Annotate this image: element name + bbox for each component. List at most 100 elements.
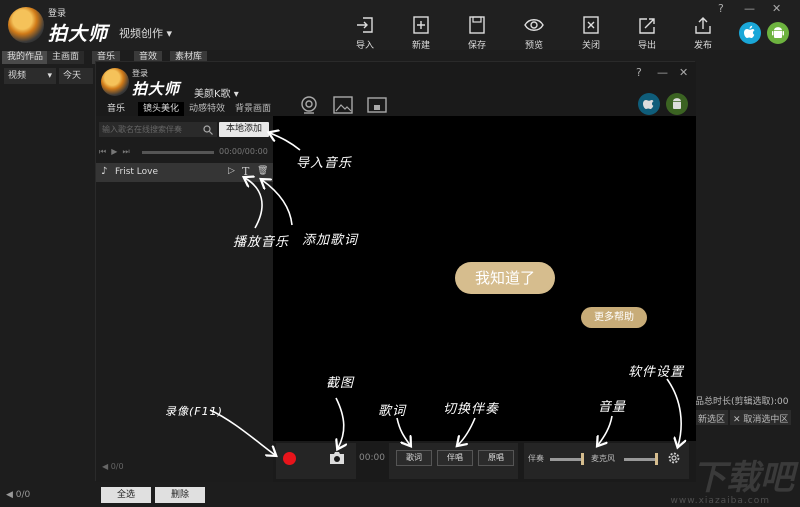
close-button[interactable]: 关闭 (568, 16, 614, 51)
tab-music[interactable]: 音乐 (102, 102, 130, 116)
app-window: 登录 拍大师 视频创作 ▾ 导入 新建 保存 预览 关闭 导出 发布 ? — ✕… (0, 0, 800, 507)
preview-label: 预览 (524, 41, 543, 51)
play-song-icon[interactable]: ▷ (228, 166, 235, 176)
import-label: 导入 (355, 41, 374, 51)
annotation-switch-accomp: 切换伴奏 (443, 402, 500, 417)
dialog-mode-dropdown[interactable]: 美颜K歌 ▾ (194, 85, 239, 100)
player-controls: ⏮ ▶ ⏭ (99, 147, 130, 157)
dialog-minimize-button[interactable]: — (657, 66, 668, 79)
microphone-volume-slider[interactable] (624, 458, 657, 461)
media-type-value: 视频 (8, 71, 27, 81)
tab-background[interactable]: 背景画面 (230, 102, 276, 116)
delete-button[interactable]: 删除 (155, 487, 205, 503)
window-close-button[interactable]: ✕ (772, 2, 781, 15)
behind-pager[interactable]: ◀ 0/0 (6, 490, 30, 500)
apple-icon (744, 25, 755, 38)
export-label: 导出 (637, 41, 656, 51)
accompaniment-volume-slider[interactable] (550, 458, 583, 461)
ios-button[interactable] (739, 22, 761, 44)
minimize-button[interactable]: — (744, 2, 755, 15)
gear-icon[interactable] (667, 451, 681, 465)
prev-icon[interactable]: ⏮ (99, 147, 106, 156)
annotation-screenshot: 截图 (326, 376, 355, 391)
camera-icon[interactable] (329, 451, 345, 465)
mode-dropdown[interactable]: 视频创作 ▾ (119, 25, 172, 41)
top-bar: 登录 拍大师 视频创作 ▾ 导入 新建 保存 预览 关闭 导出 发布 ? — ✕ (0, 0, 800, 51)
dialog-close-button[interactable]: ✕ (679, 66, 688, 79)
dialog-ios-button[interactable] (638, 93, 660, 115)
publish-button[interactable]: 发布 (680, 16, 726, 51)
dialog-page-indicator: 0/0 (110, 462, 124, 471)
watermark-url: www.xiazaiba.com (670, 496, 770, 506)
tab-motion-effects[interactable]: 动感特效 (184, 102, 230, 116)
tab-my-works[interactable]: 我的作品 (2, 51, 49, 64)
music-panel: 输入歌名在线搜索伴奏 本地添加 ⏮ ▶ ⏭ 00:00/00:00 ♪ Fris… (96, 116, 273, 482)
accompany-button[interactable]: 伴唱 (437, 450, 473, 466)
image-icon[interactable] (333, 96, 353, 114)
annotation-settings: 软件设置 (628, 365, 685, 380)
got-it-button[interactable]: 我知道了 (455, 262, 555, 294)
save-icon (469, 16, 485, 34)
export-button[interactable]: 导出 (624, 16, 670, 51)
eye-icon (524, 19, 544, 31)
dialog-logo-icon (101, 68, 129, 96)
help-button[interactable]: ? (718, 2, 724, 15)
tab-main-screen[interactable]: 主画面 (47, 51, 85, 64)
song-row[interactable]: ♪ Frist Love ▷ T 🗑 (96, 163, 273, 182)
accompaniment-slider-handle[interactable] (581, 453, 584, 465)
more-help-button[interactable]: 更多帮助 (581, 307, 647, 328)
cancel-range-label: 取消选中区 (743, 415, 789, 425)
music-search-input[interactable]: 输入歌名在线搜索伴奏 (99, 122, 217, 137)
login-link[interactable]: 登录 (48, 6, 66, 19)
new-file-icon (413, 16, 429, 34)
dialog-pager[interactable]: ◀ 0/0 (102, 462, 124, 471)
annotation-import-music: 导入音乐 (296, 156, 353, 171)
android-button[interactable] (767, 22, 789, 44)
import-button[interactable]: 导入 (342, 16, 388, 51)
close-icon: ✕ (733, 415, 744, 425)
music-note-icon: ♪ (101, 166, 108, 177)
media-type-select[interactable]: 视频 ▾ (4, 68, 56, 84)
search-icon[interactable] (203, 125, 213, 135)
select-all-button[interactable]: 全选 (101, 487, 151, 503)
preview-button[interactable]: 预览 (511, 16, 557, 51)
original-button[interactable]: 原唱 (478, 450, 514, 466)
save-label: 保存 (467, 41, 486, 51)
add-local-music-button[interactable]: 本地添加 (219, 122, 269, 137)
app-name: 拍大师 (48, 23, 109, 45)
close-file-icon (583, 16, 599, 34)
annotation-play-music: 播放音乐 (233, 235, 290, 250)
dialog-help-button[interactable]: ? (636, 66, 642, 79)
record-button[interactable] (283, 452, 296, 465)
tab-lens-beauty[interactable]: 镜头美化 (138, 102, 185, 116)
chevron-down-icon: ▾ (233, 89, 239, 100)
progress-bar[interactable] (142, 151, 214, 154)
date-filter[interactable]: 今天 (59, 68, 93, 84)
page-prev-icon: ◀ (6, 490, 16, 500)
add-lyrics-icon[interactable]: T (242, 165, 249, 178)
microphone-slider-handle[interactable] (655, 453, 658, 465)
next-icon[interactable]: ⏭ (123, 147, 130, 156)
new-label: 新建 (411, 41, 430, 51)
play-icon[interactable]: ▶ (111, 147, 117, 156)
mode-label: 视频创作 (119, 27, 163, 40)
screen-icon[interactable] (367, 96, 387, 114)
dialog-android-button[interactable] (666, 93, 688, 115)
new-range-button[interactable]: 新选区 (695, 410, 729, 425)
lyrics-button[interactable]: 歌词 (396, 450, 432, 466)
cancel-range-button[interactable]: ✕ 取消选中区 (730, 410, 792, 425)
webcam-icon[interactable] (299, 96, 319, 114)
record-time: 00:00 (359, 453, 385, 463)
annotation-add-lyrics: 添加歌词 (302, 233, 359, 248)
import-icon (357, 17, 373, 33)
android-icon (673, 98, 681, 109)
new-button[interactable]: 新建 (398, 16, 444, 51)
android-icon (772, 27, 784, 38)
microphone-label: 麦克风 (591, 454, 615, 463)
export-icon (639, 18, 655, 34)
save-button[interactable]: 保存 (454, 16, 500, 51)
apple-icon (643, 100, 654, 109)
dialog-header: 登录 拍大师 美颜K歌 ▾ ? — ✕ 音乐 镜头美化 动感特效 背景画面 (96, 62, 696, 116)
trash-icon[interactable]: 🗑 (257, 166, 268, 176)
annotation-volume: 音量 (598, 400, 627, 415)
